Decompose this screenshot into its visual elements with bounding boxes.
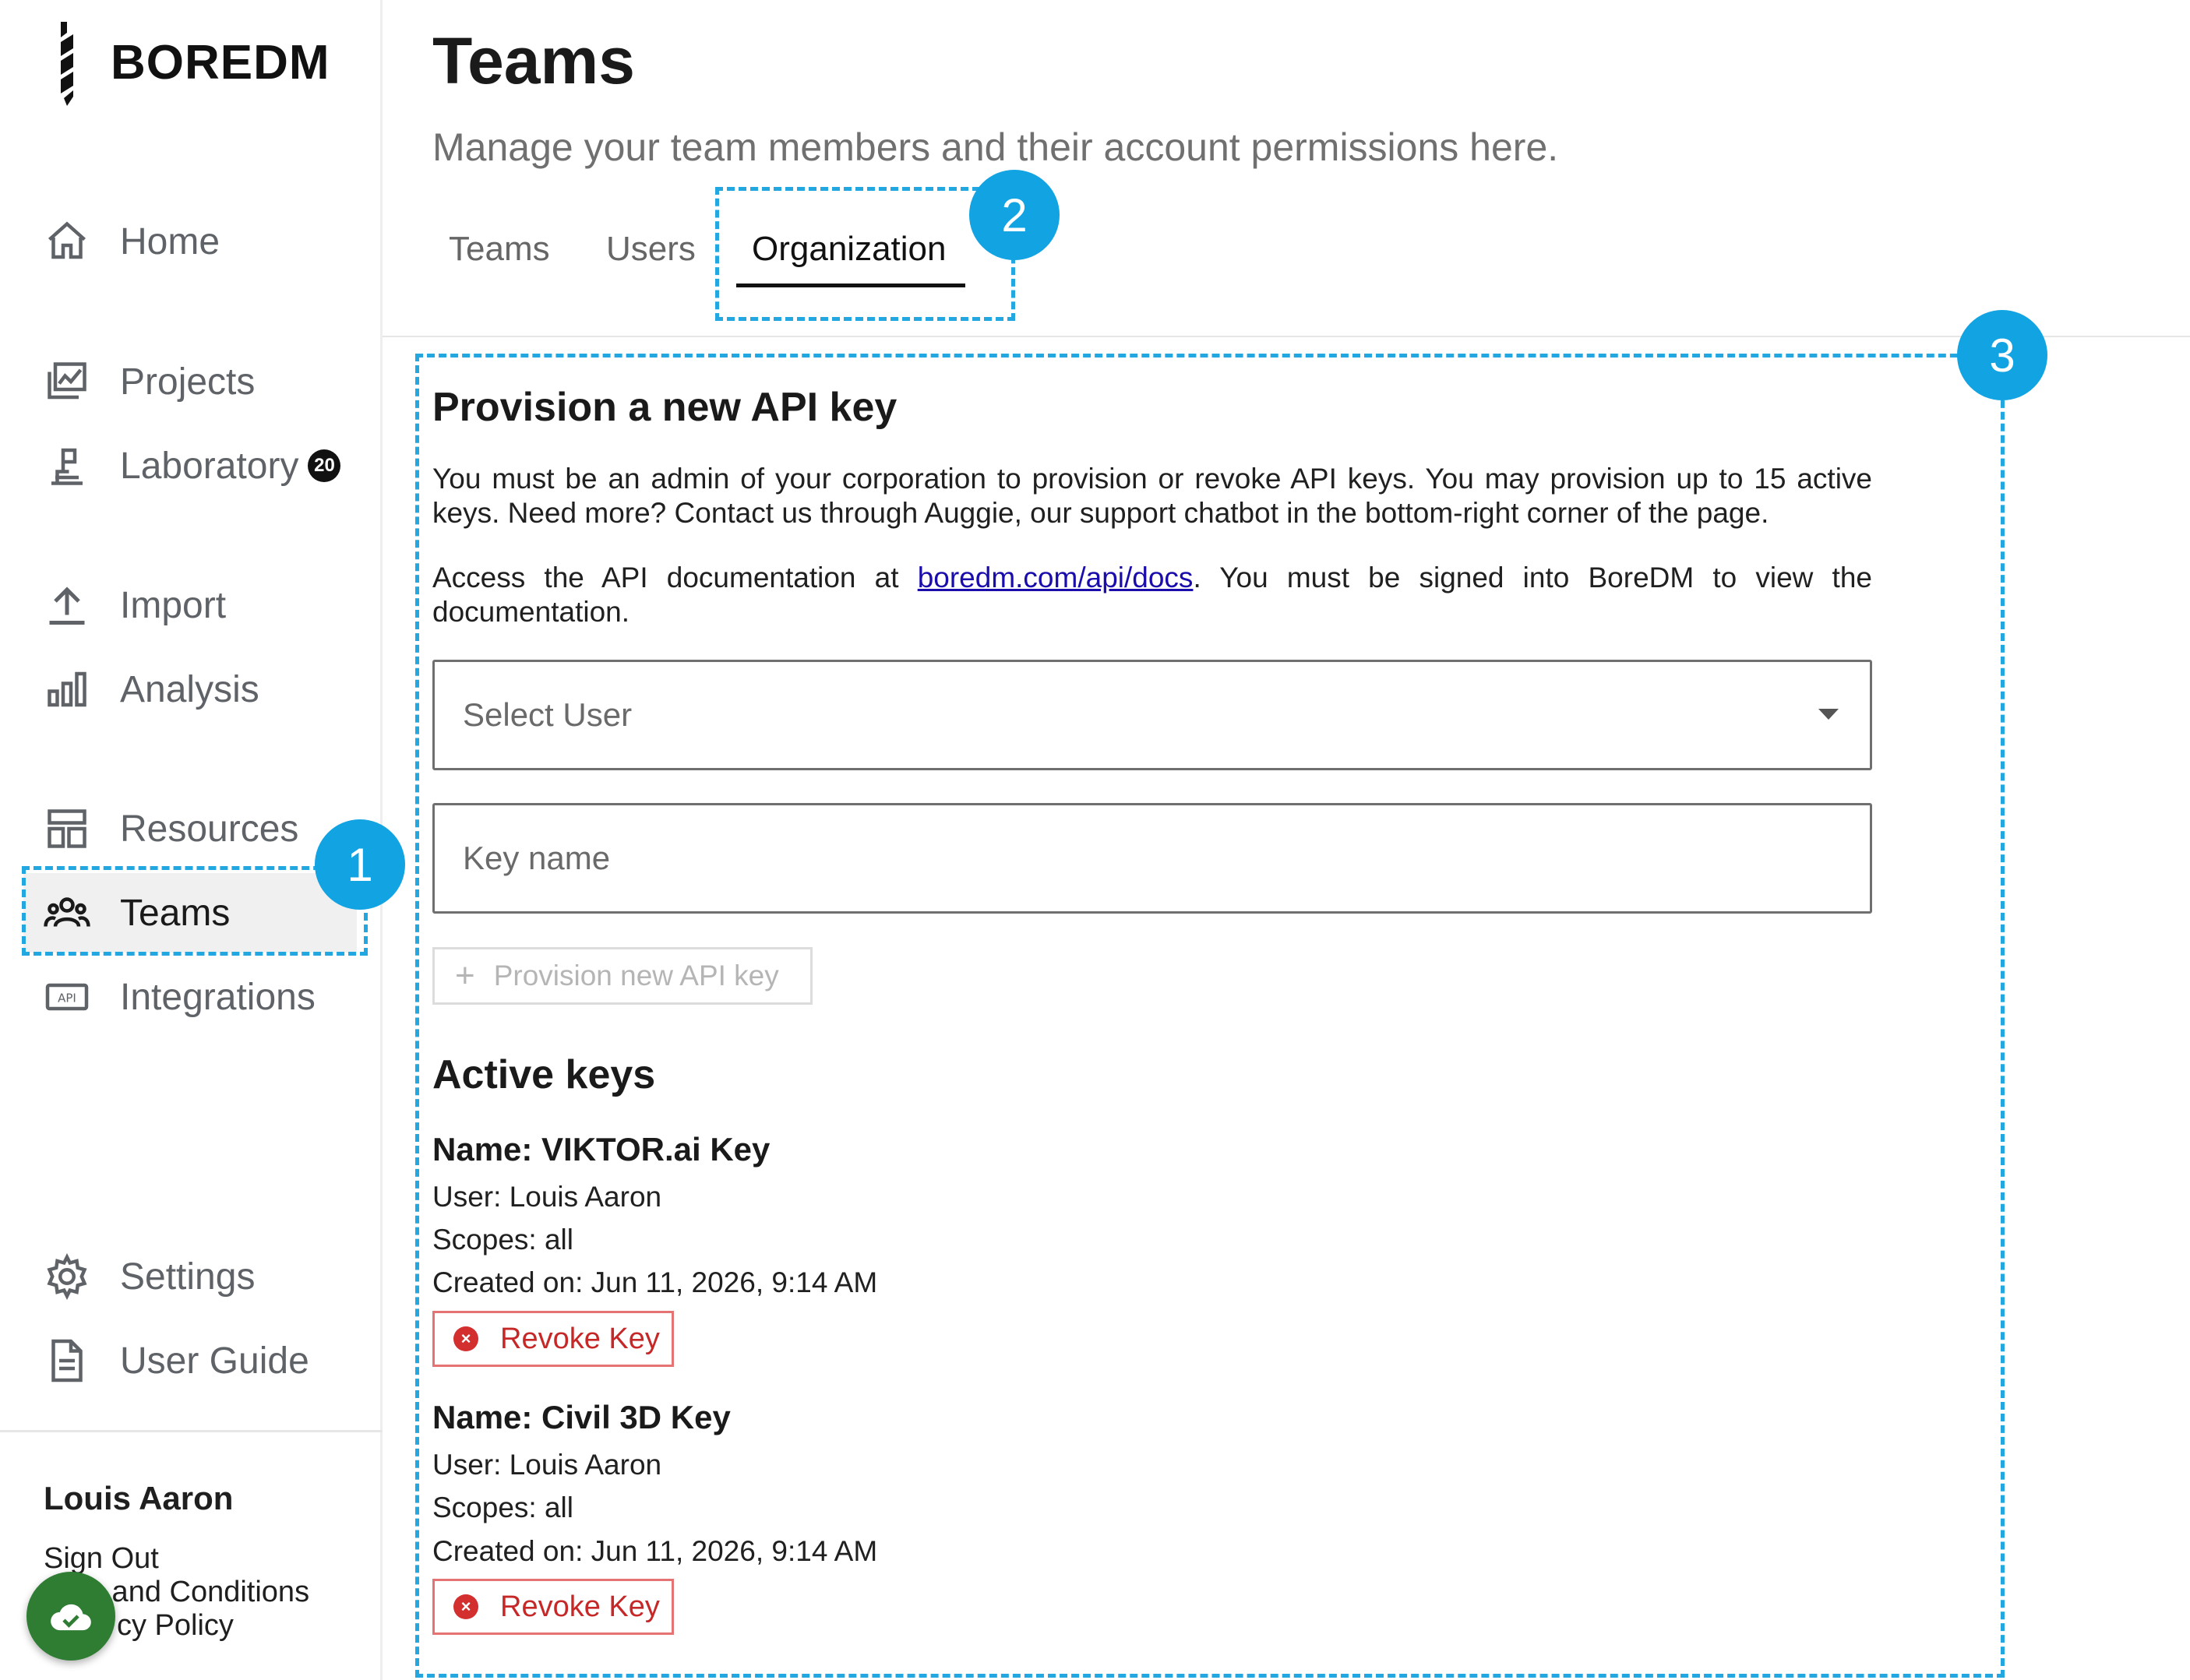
cancel-circle-icon: × [453, 1594, 478, 1619]
key-created: Created on: Jun 11, 2026, 9:14 AM [432, 1535, 878, 1567]
key-name-placeholder: Key name [463, 840, 611, 876]
key-user: User: Louis Aaron [432, 1181, 662, 1213]
projects-icon [41, 355, 93, 408]
revoke-key-button[interactable]: × Revoke Key [432, 1579, 674, 1635]
sidebar-divider [0, 1430, 383, 1432]
provision-button-label: Provision new API key [493, 960, 779, 991]
select-user-placeholder: Select User [463, 696, 633, 733]
sidebar-item-label: Settings [120, 1256, 256, 1298]
logo-icon [61, 22, 73, 106]
docs-text-prefix: Access the API documentation at [432, 562, 918, 593]
sidebar-item-laboratory[interactable]: Laboratory 20 [41, 435, 341, 497]
bar-chart-icon [41, 663, 93, 716]
resources-icon [41, 802, 93, 855]
sidebar-item-analysis[interactable]: Analysis [41, 658, 259, 720]
page-title: Teams [432, 24, 635, 97]
api-docs-link[interactable]: boredm.com/api/docs [918, 562, 1194, 593]
key-name: Name: VIKTOR.ai Key [432, 1131, 771, 1168]
page-subtitle: Manage your team members and their accou… [432, 125, 1559, 169]
sidebar-item-home[interactable]: Home [41, 210, 220, 273]
active-keys-title: Active keys [432, 1052, 656, 1097]
sidebar-item-projects[interactable]: Projects [41, 350, 255, 413]
plus-icon: + [455, 956, 475, 995]
brand-rest: DM [253, 36, 330, 90]
key-created: Created on: Jun 11, 2026, 9:14 AM [432, 1266, 878, 1298]
sidebar-item-integrations[interactable]: API Integrations [41, 966, 316, 1028]
current-user-name: Louis Aaron [44, 1480, 234, 1516]
api-icon: API [41, 970, 93, 1023]
dropdown-arrow-icon [1818, 709, 1839, 720]
sidebar-item-label: Laboratory [120, 445, 299, 487]
highlight-box-teams-nav [22, 866, 368, 956]
tab-teams[interactable]: Teams [449, 230, 550, 269]
svg-text:API: API [58, 991, 76, 1005]
key-scopes: Scopes: all [432, 1492, 573, 1523]
sidebar-item-label: Integrations [120, 976, 316, 1018]
callout-badge-2: 2 [969, 170, 1060, 260]
home-icon [41, 215, 93, 268]
cloud-check-button[interactable] [26, 1572, 115, 1661]
provision-description: You must be an admin of your corporation… [432, 463, 1872, 529]
gear-icon [41, 1250, 93, 1303]
sidebar-item-user-guide[interactable]: User Guide [41, 1330, 309, 1392]
brand-logo-text[interactable]: BOREDM [111, 35, 330, 90]
laboratory-icon [41, 439, 93, 492]
provision-api-key-button[interactable]: + Provision new API key [432, 947, 813, 1005]
terms-link[interactable]: s and Conditions [89, 1576, 309, 1609]
sidebar-item-label: Import [120, 584, 227, 626]
callout-badge-3: 3 [1957, 310, 2047, 400]
sidebar-item-label: Analysis [120, 668, 259, 710]
revoke-key-button[interactable]: × Revoke Key [432, 1311, 674, 1367]
docs-paragraph: Access the API documentation at boredm.c… [432, 561, 1872, 629]
key-user: User: Louis Aaron [432, 1449, 662, 1481]
sidebar-item-label: Projects [120, 361, 256, 403]
sidebar-item-label: User Guide [120, 1340, 309, 1382]
document-icon [41, 1334, 93, 1387]
key-name-input[interactable]: Key name [432, 803, 1872, 914]
callout-badge-1: 1 [315, 819, 405, 910]
brand-bold: BORE [111, 36, 254, 90]
key-scopes: Scopes: all [432, 1224, 573, 1256]
cloud-check-icon [51, 1604, 91, 1631]
revoke-label: Revoke Key [500, 1322, 660, 1355]
key-name: Name: Civil 3D Key [432, 1399, 731, 1435]
sidebar-item-import[interactable]: Import [41, 574, 226, 636]
sidebar-item-resources[interactable]: Resources [41, 798, 298, 860]
notification-badge: 20 [308, 449, 341, 482]
sidebar-item-label: Resources [120, 808, 299, 850]
sidebar-item-settings[interactable]: Settings [41, 1245, 255, 1308]
provision-section-title: Provision a new API key [432, 385, 898, 430]
tabs-divider [383, 336, 2190, 337]
select-user-dropdown[interactable]: Select User [432, 660, 1872, 770]
upload-icon [41, 579, 93, 632]
sign-out-link[interactable]: Sign Out [44, 1542, 159, 1576]
tab-users[interactable]: Users [606, 230, 696, 269]
cancel-circle-icon: × [453, 1326, 478, 1351]
sidebar-item-label: Home [120, 220, 220, 262]
privacy-policy-link[interactable]: cy Policy [117, 1609, 234, 1643]
revoke-label: Revoke Key [500, 1590, 660, 1623]
